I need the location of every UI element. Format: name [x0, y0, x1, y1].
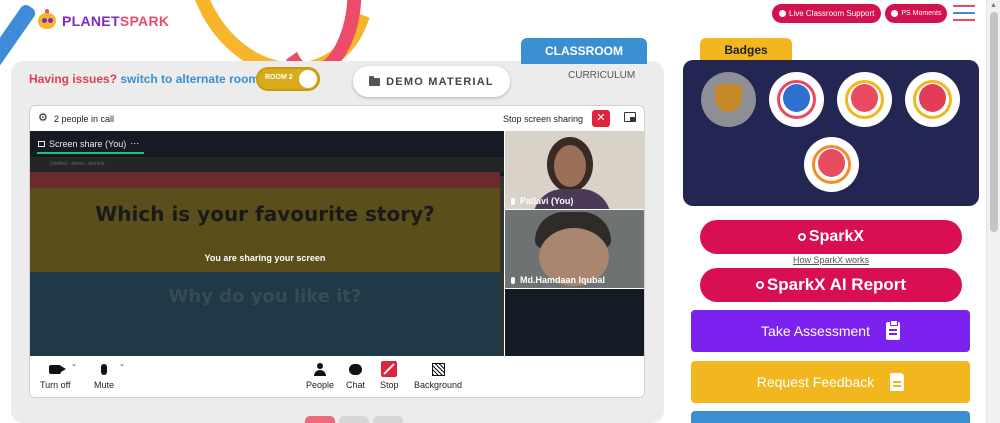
video-call-window: ⚙ 2 people in call Stop screen sharing ✕…	[29, 105, 645, 398]
document-icon	[890, 373, 905, 391]
bottom-pager[interactable]	[305, 416, 403, 423]
people-icon	[314, 362, 327, 376]
superhero-badge-icon[interactable]	[769, 72, 824, 127]
alternate-room-link[interactable]: switch to alternate room	[120, 72, 259, 86]
mic-icon	[511, 276, 515, 284]
shared-app-toolbar: Untitled - demo - planets	[30, 157, 504, 172]
stop-sharing-label: Stop screen sharing	[503, 114, 584, 124]
sharing-screen-message: You are sharing your screen	[204, 253, 326, 263]
gear-icon[interactable]: ⚙	[38, 113, 48, 124]
picture-in-picture-icon[interactable]	[624, 112, 636, 122]
shared-slide: Which is your favourite story? You are s…	[30, 172, 500, 356]
planetspark-classroom: PLANETSPARK Live Classroom Support PS Mo…	[0, 0, 1000, 423]
screen-share-tab-label: Screen share (You)	[49, 138, 127, 149]
shared-app-title: Untitled - demo - planets	[50, 161, 105, 167]
trophy-badge-icon[interactable]	[701, 72, 756, 127]
robot-badge-icon[interactable]	[804, 137, 859, 192]
participant-tile[interactable]: Md.Hamdaan Iqubal	[505, 210, 644, 288]
slide-question-2: Why do you like it?	[168, 286, 362, 307]
call-header: ⚙ 2 people in call Stop screen sharing ✕	[30, 106, 644, 131]
page-scrollbar[interactable]: ▲	[986, 0, 1000, 423]
badges-panel	[683, 60, 979, 206]
slide-question-1: Which is your favourite story?	[95, 202, 435, 226]
live-dot-icon	[779, 10, 786, 17]
rocket-badge-icon[interactable]	[837, 72, 892, 127]
planetspark-logo[interactable]: PLANETSPARK	[36, 9, 170, 32]
turn-off-label: Turn off	[40, 380, 71, 390]
room-toggle[interactable]: ROOM 2	[256, 67, 320, 91]
stop-sharing-close-button[interactable]: ✕	[592, 110, 610, 127]
participant-label: Pallavi (You)	[511, 196, 573, 206]
empty-tile-area	[505, 289, 644, 356]
speaker-badge-icon[interactable]	[905, 72, 960, 127]
badges-tab[interactable]: Badges	[700, 38, 792, 62]
ps-moments-label: PS Moments	[901, 10, 942, 17]
screen-share-area: Screen share (You) ⋯ Untitled - demo - p…	[30, 131, 504, 356]
demo-material-button[interactable]: DEMO MATERIAL	[353, 66, 510, 97]
turn-off-camera-button[interactable]: Turn off	[40, 361, 71, 390]
live-support-label: Live Classroom Support	[789, 9, 875, 18]
background-button[interactable]: Background	[414, 361, 462, 390]
sparkx-logo-icon	[797, 233, 806, 241]
chat-button[interactable]: Chat	[346, 361, 365, 390]
scrollbar-thumb[interactable]	[990, 12, 998, 232]
robot-logo-icon	[36, 9, 58, 32]
sparkx-label: SparkX	[808, 228, 865, 245]
issues-notice: Having issues? switch to alternate room	[29, 72, 259, 86]
camera-icon	[49, 364, 67, 374]
folder-icon	[369, 75, 381, 86]
people-in-call: 2 people in call	[54, 114, 115, 124]
mute-button[interactable]: Mute	[94, 361, 114, 390]
moments-dot-icon	[891, 10, 899, 17]
room-toggle-label: ROOM 2	[265, 74, 293, 81]
demo-material-label: DEMO MATERIAL	[386, 75, 494, 88]
take-assessment-button[interactable]: Take Assessment	[691, 310, 970, 352]
stop-label: Stop	[380, 380, 399, 390]
mute-label: Mute	[94, 380, 115, 390]
take-assessment-label: Take Assessment	[761, 323, 870, 339]
issues-prefix: Having issues?	[29, 72, 118, 86]
logo-wordmark: PLANETSPARK	[62, 13, 170, 29]
screen-share-tab[interactable]: Screen share (You) ⋯	[38, 138, 139, 149]
camera-options-chevron-icon[interactable]: ⌄	[71, 360, 77, 368]
sparkx-report-logo-icon	[755, 281, 764, 289]
participant-face	[554, 145, 586, 187]
hamburger-menu-icon[interactable]	[953, 5, 975, 21]
how-sparkx-works-link[interactable]: How SparkX works	[700, 255, 962, 265]
people-label: People	[306, 380, 335, 390]
sparkx-ai-report-label: SparkX AI Report	[766, 275, 907, 294]
participant-name: Pallavi (You)	[520, 196, 574, 206]
stop-share-icon	[381, 361, 398, 377]
people-button[interactable]: People	[306, 361, 334, 390]
clipboard-icon	[885, 320, 900, 340]
background-icon	[431, 362, 445, 376]
mic-icon	[511, 197, 515, 205]
screen-icon	[38, 140, 45, 147]
stop-share-button[interactable]: Stop	[380, 361, 399, 390]
request-feedback-button[interactable]: Request Feedback	[691, 361, 970, 403]
sparkx-button[interactable]: SparkX	[700, 220, 962, 254]
participant-tile[interactable]: Pallavi (You)	[505, 131, 644, 209]
sparkx-ai-report-button[interactable]: SparkX AI Report	[700, 268, 962, 302]
tab-curriculum[interactable]: CURRICULUM	[568, 70, 635, 81]
chat-icon	[349, 363, 362, 375]
live-support-button[interactable]: Live Classroom Support	[772, 4, 882, 23]
tab-classroom[interactable]: CLASSROOM	[521, 38, 647, 64]
toggle-knob	[299, 70, 317, 88]
scroll-up-arrow-icon[interactable]: ▲	[990, 2, 997, 9]
call-controls: Turn off ⌄ Mute ⌄ People Chat Stop Backg…	[30, 356, 644, 397]
participant-label: Md.Hamdaan Iqubal	[511, 275, 605, 285]
share-more-icon[interactable]: ⋯	[130, 138, 139, 149]
next-action-button[interactable]	[691, 411, 970, 423]
microphone-icon	[101, 363, 107, 375]
background-label: Background	[414, 380, 463, 390]
chat-label: Chat	[346, 380, 366, 390]
top-actions: Live Classroom Support PS Moments	[772, 4, 948, 23]
participant-name: Md.Hamdaan Iqubal	[520, 275, 606, 285]
ps-moments-button[interactable]: PS Moments	[885, 4, 948, 23]
mic-options-chevron-icon[interactable]: ⌄	[119, 360, 125, 368]
active-tab-underline	[37, 152, 144, 154]
request-feedback-label: Request Feedback	[756, 374, 875, 390]
shared-scrollbar	[500, 176, 504, 356]
